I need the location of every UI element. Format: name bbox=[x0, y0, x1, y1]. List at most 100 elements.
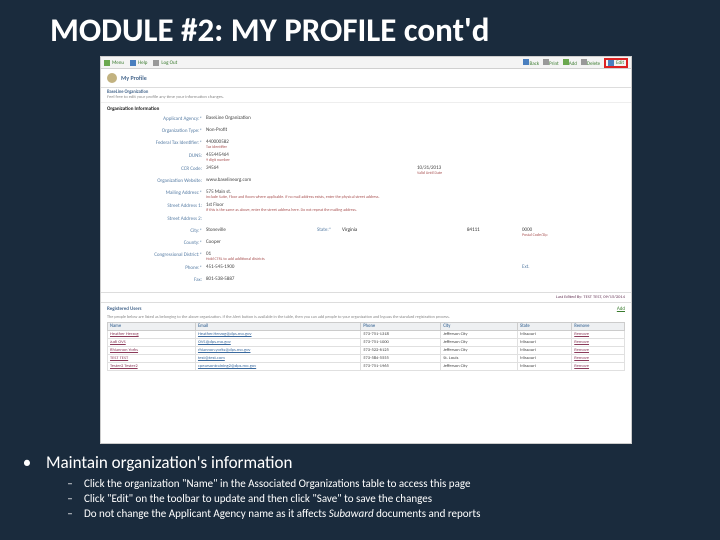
value-website: www.baselineorg.com bbox=[206, 177, 625, 183]
org-form: Applicant Agency:*BaseLine Organization … bbox=[101, 113, 631, 292]
cell-remove[interactable]: Remove bbox=[572, 347, 625, 355]
cell-remove[interactable]: Remove bbox=[572, 363, 625, 371]
profile-header: My Profile bbox=[101, 69, 631, 88]
cell-email[interactable]: rhiannon.yorks@dps.mo.gov bbox=[195, 347, 360, 355]
cell-email[interactable]: OVS@dps.mo.gov bbox=[195, 339, 360, 347]
label-county: County:* bbox=[107, 239, 202, 246]
value-city: Stoneville bbox=[206, 227, 625, 233]
col-remove: Remove bbox=[572, 323, 625, 331]
table-row: Heather HerzogHeather.Herzog@dps.mo.gov5… bbox=[108, 331, 625, 339]
label-fax: Fax: bbox=[107, 276, 202, 283]
cell-city: Jefferson City bbox=[441, 347, 518, 355]
cell-email[interactable]: test@test.com bbox=[195, 355, 360, 363]
label-website: Organization Website: bbox=[107, 177, 202, 184]
note-fein: Tax Identifier bbox=[206, 145, 625, 150]
cell-name[interactable]: Judi OVS bbox=[108, 339, 196, 347]
breadcrumb: BaseLine Organization Feel free to edit … bbox=[101, 88, 631, 103]
value-state: Virginia bbox=[342, 227, 357, 233]
note-ccr-date: Valid Until Date bbox=[417, 171, 442, 176]
menu-icon bbox=[104, 60, 110, 66]
cell-phone: 573-751-1318 bbox=[361, 331, 441, 339]
cell-city: Jefferson City bbox=[441, 339, 518, 347]
label-state: State:* bbox=[317, 227, 331, 233]
table-row: TEST TESTtest@test.com573-584-5555St. Lo… bbox=[108, 355, 625, 363]
label-fein: Federal Tax Identifier:* bbox=[107, 139, 202, 146]
note-duns: 9 digit number bbox=[206, 158, 625, 163]
last-edited: Last Edited By: TEST TEST, 09/15/2014 bbox=[101, 292, 631, 303]
back-link[interactable]: Back bbox=[523, 59, 539, 67]
label-street1: Street Address 1: bbox=[107, 202, 202, 209]
app-toolbar: Menu Help Log Out Back Print Add Delete … bbox=[101, 57, 631, 69]
table-row: Judi OVSOVS@dps.mo.gov573-751-1000Jeffer… bbox=[108, 339, 625, 347]
add-link[interactable]: Add bbox=[563, 59, 577, 67]
label-agency: Applicant Agency:* bbox=[107, 115, 202, 122]
col-phone: Phone bbox=[361, 323, 441, 331]
note-street1: If this is the same as above, enter the … bbox=[206, 208, 625, 213]
print-link[interactable]: Print bbox=[543, 59, 559, 67]
cell-name[interactable]: Heather Herzog bbox=[108, 331, 196, 339]
note-mailing: Include Suite, Floor and Room where appl… bbox=[206, 195, 625, 200]
cell-city: Jefferson City bbox=[441, 363, 518, 371]
section-heading: Organization Information bbox=[101, 103, 631, 113]
registered-users-table: Name Email Phone City State Remove Heath… bbox=[107, 322, 625, 371]
cell-email[interactable]: cpearsontraining2@dps.mo.gov bbox=[195, 363, 360, 371]
label-orgtype: Organization Type:* bbox=[107, 127, 202, 134]
edit-button-highlight[interactable]: Edit bbox=[604, 58, 628, 68]
bullet-main-text: Maintain organization's information bbox=[46, 452, 292, 473]
note-district: Hold CTRL to add additional districts bbox=[206, 257, 625, 262]
registered-users-heading: Registered Users bbox=[107, 306, 142, 312]
cell-phone: 573-584-5555 bbox=[361, 355, 441, 363]
help-link[interactable]: Help bbox=[130, 60, 147, 66]
app-screenshot: Menu Help Log Out Back Print Add Delete … bbox=[100, 56, 632, 444]
cell-remove[interactable]: Remove bbox=[572, 339, 625, 347]
edit-icon bbox=[608, 60, 614, 66]
cell-city: Jefferson City bbox=[441, 331, 518, 339]
cell-state: Missouri bbox=[518, 355, 572, 363]
profile-title: My Profile bbox=[121, 74, 147, 82]
table-row: Rhiannon Yorksrhiannon.yorks@dps.mo.gov5… bbox=[108, 347, 625, 355]
logout-icon bbox=[153, 60, 159, 66]
label-ccr: CCR Code: bbox=[107, 165, 202, 172]
value-agency: BaseLine Organization bbox=[206, 115, 625, 121]
cell-phone: 573-751-1965 bbox=[361, 363, 441, 371]
cell-email[interactable]: Heather.Herzog@dps.mo.gov bbox=[195, 331, 360, 339]
delete-link[interactable]: Delete bbox=[581, 59, 600, 67]
label-duns: DUNS: bbox=[107, 152, 202, 159]
label-ext: Ext. bbox=[522, 264, 530, 270]
label-mailing: Mailing Address:* bbox=[107, 189, 202, 196]
col-city: City bbox=[441, 323, 518, 331]
cell-remove[interactable]: Remove bbox=[572, 331, 625, 339]
value-county: Cooper bbox=[206, 239, 625, 245]
breadcrumb-note: Feel free to edit your profile any time … bbox=[107, 95, 224, 100]
label-district: Congressional District:* bbox=[107, 251, 202, 258]
value-orgtype: Non-Profit bbox=[206, 127, 625, 133]
cell-state: Missouri bbox=[518, 331, 572, 339]
value-phone: 451-545-1900 bbox=[206, 264, 625, 270]
add-user-link[interactable]: Add bbox=[617, 306, 625, 312]
bullet-main: • Maintain organization's information bbox=[18, 452, 698, 473]
col-state: State bbox=[518, 323, 572, 331]
registered-users-note: The people below are listed as belonging… bbox=[101, 315, 631, 322]
label-phone: Phone:* bbox=[107, 264, 202, 271]
label-street2: Street Address 2: bbox=[107, 215, 202, 222]
cell-name[interactable]: Tester2 Tester2 bbox=[108, 363, 196, 371]
cell-remove[interactable]: Remove bbox=[572, 355, 625, 363]
sub-bullet-3: –Do not change the Applicant Agency name… bbox=[64, 507, 698, 522]
cell-name[interactable]: TEST TEST bbox=[108, 355, 196, 363]
sub-bullet-2: –Click "Edit" on the toolbar to update a… bbox=[64, 492, 698, 507]
note-plus4: Postal Code/Zip bbox=[522, 233, 547, 238]
table-row: Tester2 Tester2cpearsontraining2@dps.mo.… bbox=[108, 363, 625, 371]
value-fax: 801-538-5887 bbox=[206, 276, 625, 282]
col-name: Name bbox=[108, 323, 196, 331]
bullet-area: • Maintain organization's information –C… bbox=[18, 452, 698, 522]
cell-phone: 573-751-1000 bbox=[361, 339, 441, 347]
cell-state: Missouri bbox=[518, 347, 572, 355]
bullet-icon: • bbox=[18, 452, 36, 473]
logout-link[interactable]: Log Out bbox=[153, 60, 177, 66]
cell-name[interactable]: Rhiannon Yorks bbox=[108, 347, 196, 355]
cell-state: Missouri bbox=[518, 363, 572, 371]
profile-icon bbox=[107, 73, 117, 83]
value-zip: 84111 bbox=[467, 227, 480, 233]
menu-link[interactable]: Menu bbox=[104, 60, 124, 66]
value-ccr: 34564 bbox=[206, 165, 625, 171]
